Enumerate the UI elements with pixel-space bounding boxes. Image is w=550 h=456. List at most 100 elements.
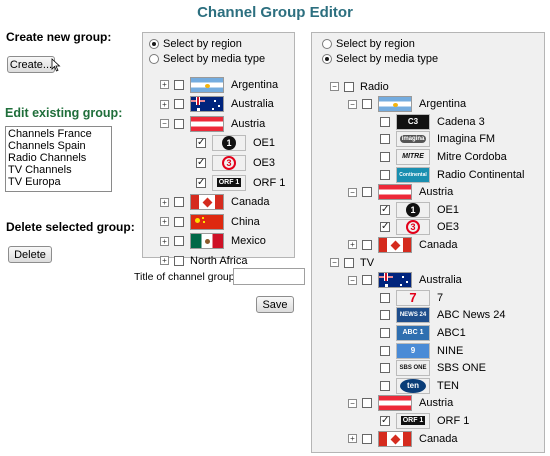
group-list-item[interactable]: Radio Channels bbox=[8, 152, 109, 164]
group-list-item[interactable]: TV Channels bbox=[8, 164, 109, 176]
tree-item[interactable]: ten TEN bbox=[366, 377, 459, 394]
tree-item[interactable]: NEWS 24 ABC News 24 bbox=[366, 307, 505, 324]
existing-groups-list[interactable]: Channels France Channels Spain Radio Chann… bbox=[5, 126, 112, 192]
tree-item[interactable]: ABC 1 ABC1 bbox=[366, 324, 466, 341]
tree-checkbox[interactable] bbox=[196, 177, 206, 188]
expand-icon[interactable]: + bbox=[160, 236, 169, 246]
tree-item[interactable]: + China bbox=[160, 213, 260, 230]
tree-checkbox[interactable] bbox=[362, 187, 372, 198]
collapse-icon[interactable]: − bbox=[348, 275, 357, 285]
tree-item[interactable]: + Canada bbox=[348, 430, 458, 447]
tree-item[interactable]: Continental Radio Continental bbox=[366, 166, 524, 183]
tree-item[interactable]: − TV bbox=[330, 254, 374, 271]
expand-icon[interactable]: + bbox=[160, 256, 169, 266]
expand-icon[interactable]: + bbox=[160, 197, 169, 207]
tree-item[interactable]: + North Africa bbox=[160, 252, 247, 269]
tree-item[interactable]: imagina Imagina FM bbox=[366, 131, 495, 148]
tree-checkbox[interactable] bbox=[174, 118, 184, 129]
tree-item-label: China bbox=[231, 215, 260, 228]
tree-item[interactable]: SBS ONE SBS ONE bbox=[366, 360, 486, 377]
collapse-icon[interactable]: − bbox=[348, 99, 357, 109]
tree-checkbox[interactable] bbox=[344, 257, 354, 268]
tree-item[interactable]: + Canada bbox=[160, 194, 270, 211]
tree-checkbox[interactable] bbox=[362, 99, 372, 110]
group-list-item[interactable]: TV Europa bbox=[8, 176, 109, 188]
delete-button[interactable]: Delete bbox=[8, 246, 52, 263]
radio-button[interactable] bbox=[149, 39, 159, 49]
channel-logo: 7 bbox=[396, 289, 430, 306]
tree-checkbox[interactable] bbox=[362, 239, 372, 250]
radio-select-media[interactable]: Select by media type bbox=[322, 53, 438, 65]
expand-icon[interactable]: + bbox=[160, 80, 169, 89]
tree-item[interactable]: + Australia bbox=[160, 96, 274, 113]
tree-item[interactable]: + Canada bbox=[348, 236, 458, 253]
tree-item[interactable]: 3 OE3 bbox=[366, 219, 459, 236]
tree-item[interactable]: − Argentina bbox=[348, 96, 466, 113]
radio-select-region[interactable]: Select by region bbox=[322, 38, 415, 50]
tree-checkbox[interactable] bbox=[380, 310, 390, 321]
tree-checkbox[interactable] bbox=[362, 275, 372, 286]
tree-item[interactable]: 9 NINE bbox=[366, 342, 463, 359]
collapse-icon[interactable]: − bbox=[160, 119, 169, 129]
expand-icon[interactable]: + bbox=[160, 99, 169, 109]
radio-button[interactable] bbox=[149, 54, 159, 64]
tree-checkbox[interactable] bbox=[174, 236, 184, 247]
collapse-icon[interactable]: − bbox=[348, 187, 357, 197]
tree-item[interactable]: + Mexico bbox=[160, 233, 266, 250]
create-button[interactable]: Create... bbox=[7, 56, 55, 73]
tree-checkbox[interactable] bbox=[196, 157, 206, 168]
tree-checkbox[interactable] bbox=[174, 99, 184, 110]
collapse-icon[interactable]: − bbox=[330, 82, 339, 91]
save-button[interactable]: Save bbox=[256, 296, 294, 313]
channel-logo: ten bbox=[396, 377, 430, 394]
group-title-input[interactable] bbox=[233, 268, 305, 285]
tree-checkbox[interactable] bbox=[380, 345, 390, 356]
tree-checkbox[interactable] bbox=[380, 222, 390, 233]
tree-item[interactable]: 1 OE1 bbox=[366, 201, 459, 218]
tree-item[interactable]: ORF 1 ORF 1 bbox=[182, 174, 285, 191]
group-list-item[interactable]: Channels Spain bbox=[8, 140, 109, 152]
tree-checkbox[interactable] bbox=[380, 134, 390, 145]
tree-item[interactable]: ORF 1 ORF 1 bbox=[366, 412, 469, 429]
expand-icon[interactable]: + bbox=[348, 240, 357, 250]
collapse-icon[interactable]: − bbox=[330, 258, 339, 267]
group-list-item[interactable]: Channels France bbox=[8, 128, 109, 140]
tree-checkbox[interactable] bbox=[174, 197, 184, 208]
collapse-icon[interactable]: − bbox=[348, 398, 357, 408]
tree-item[interactable]: C3 Cadena 3 bbox=[366, 113, 485, 130]
tree-item[interactable]: 77 bbox=[366, 289, 443, 306]
tree-checkbox[interactable] bbox=[380, 116, 390, 127]
tree-checkbox[interactable] bbox=[380, 169, 390, 180]
tree-checkbox[interactable] bbox=[362, 433, 372, 444]
radio-button[interactable] bbox=[322, 39, 332, 49]
tree-checkbox[interactable] bbox=[196, 138, 206, 149]
tree-item[interactable]: − Radio bbox=[330, 78, 389, 95]
tree-checkbox[interactable] bbox=[174, 79, 184, 90]
tree-item[interactable]: MITRE Mitre Cordoba bbox=[366, 148, 507, 165]
tree-item[interactable]: − Austria bbox=[348, 395, 453, 412]
tree-checkbox[interactable] bbox=[380, 151, 390, 162]
tree-item[interactable]: − Austria bbox=[348, 184, 453, 201]
tree-item[interactable]: + Argentina bbox=[160, 76, 278, 93]
tree-checkbox[interactable] bbox=[380, 380, 390, 391]
tree-item[interactable]: 1 OE1 bbox=[182, 135, 275, 152]
create-group-heading: Create new group: bbox=[6, 30, 112, 44]
tree-item[interactable]: − Australia bbox=[348, 272, 462, 289]
tree-checkbox[interactable] bbox=[380, 415, 390, 426]
tree-checkbox[interactable] bbox=[380, 327, 390, 338]
tree-item[interactable]: − Austria bbox=[160, 115, 265, 132]
expand-icon[interactable]: + bbox=[348, 434, 357, 443]
tree-checkbox[interactable] bbox=[174, 216, 184, 227]
radio-select-media[interactable]: Select by media type bbox=[149, 53, 265, 65]
tree-checkbox[interactable] bbox=[380, 204, 390, 215]
tree-checkbox[interactable] bbox=[362, 398, 372, 409]
tree-checkbox[interactable] bbox=[344, 81, 354, 92]
tree-item-label: ABC1 bbox=[437, 326, 466, 339]
radio-button[interactable] bbox=[322, 54, 332, 64]
radio-select-region[interactable]: Select by region bbox=[149, 38, 242, 50]
tree-checkbox[interactable] bbox=[380, 292, 390, 303]
tree-item[interactable]: 3 OE3 bbox=[182, 154, 275, 171]
tree-checkbox[interactable] bbox=[380, 363, 390, 374]
expand-icon[interactable]: + bbox=[160, 217, 169, 227]
tree-checkbox[interactable] bbox=[174, 255, 184, 266]
